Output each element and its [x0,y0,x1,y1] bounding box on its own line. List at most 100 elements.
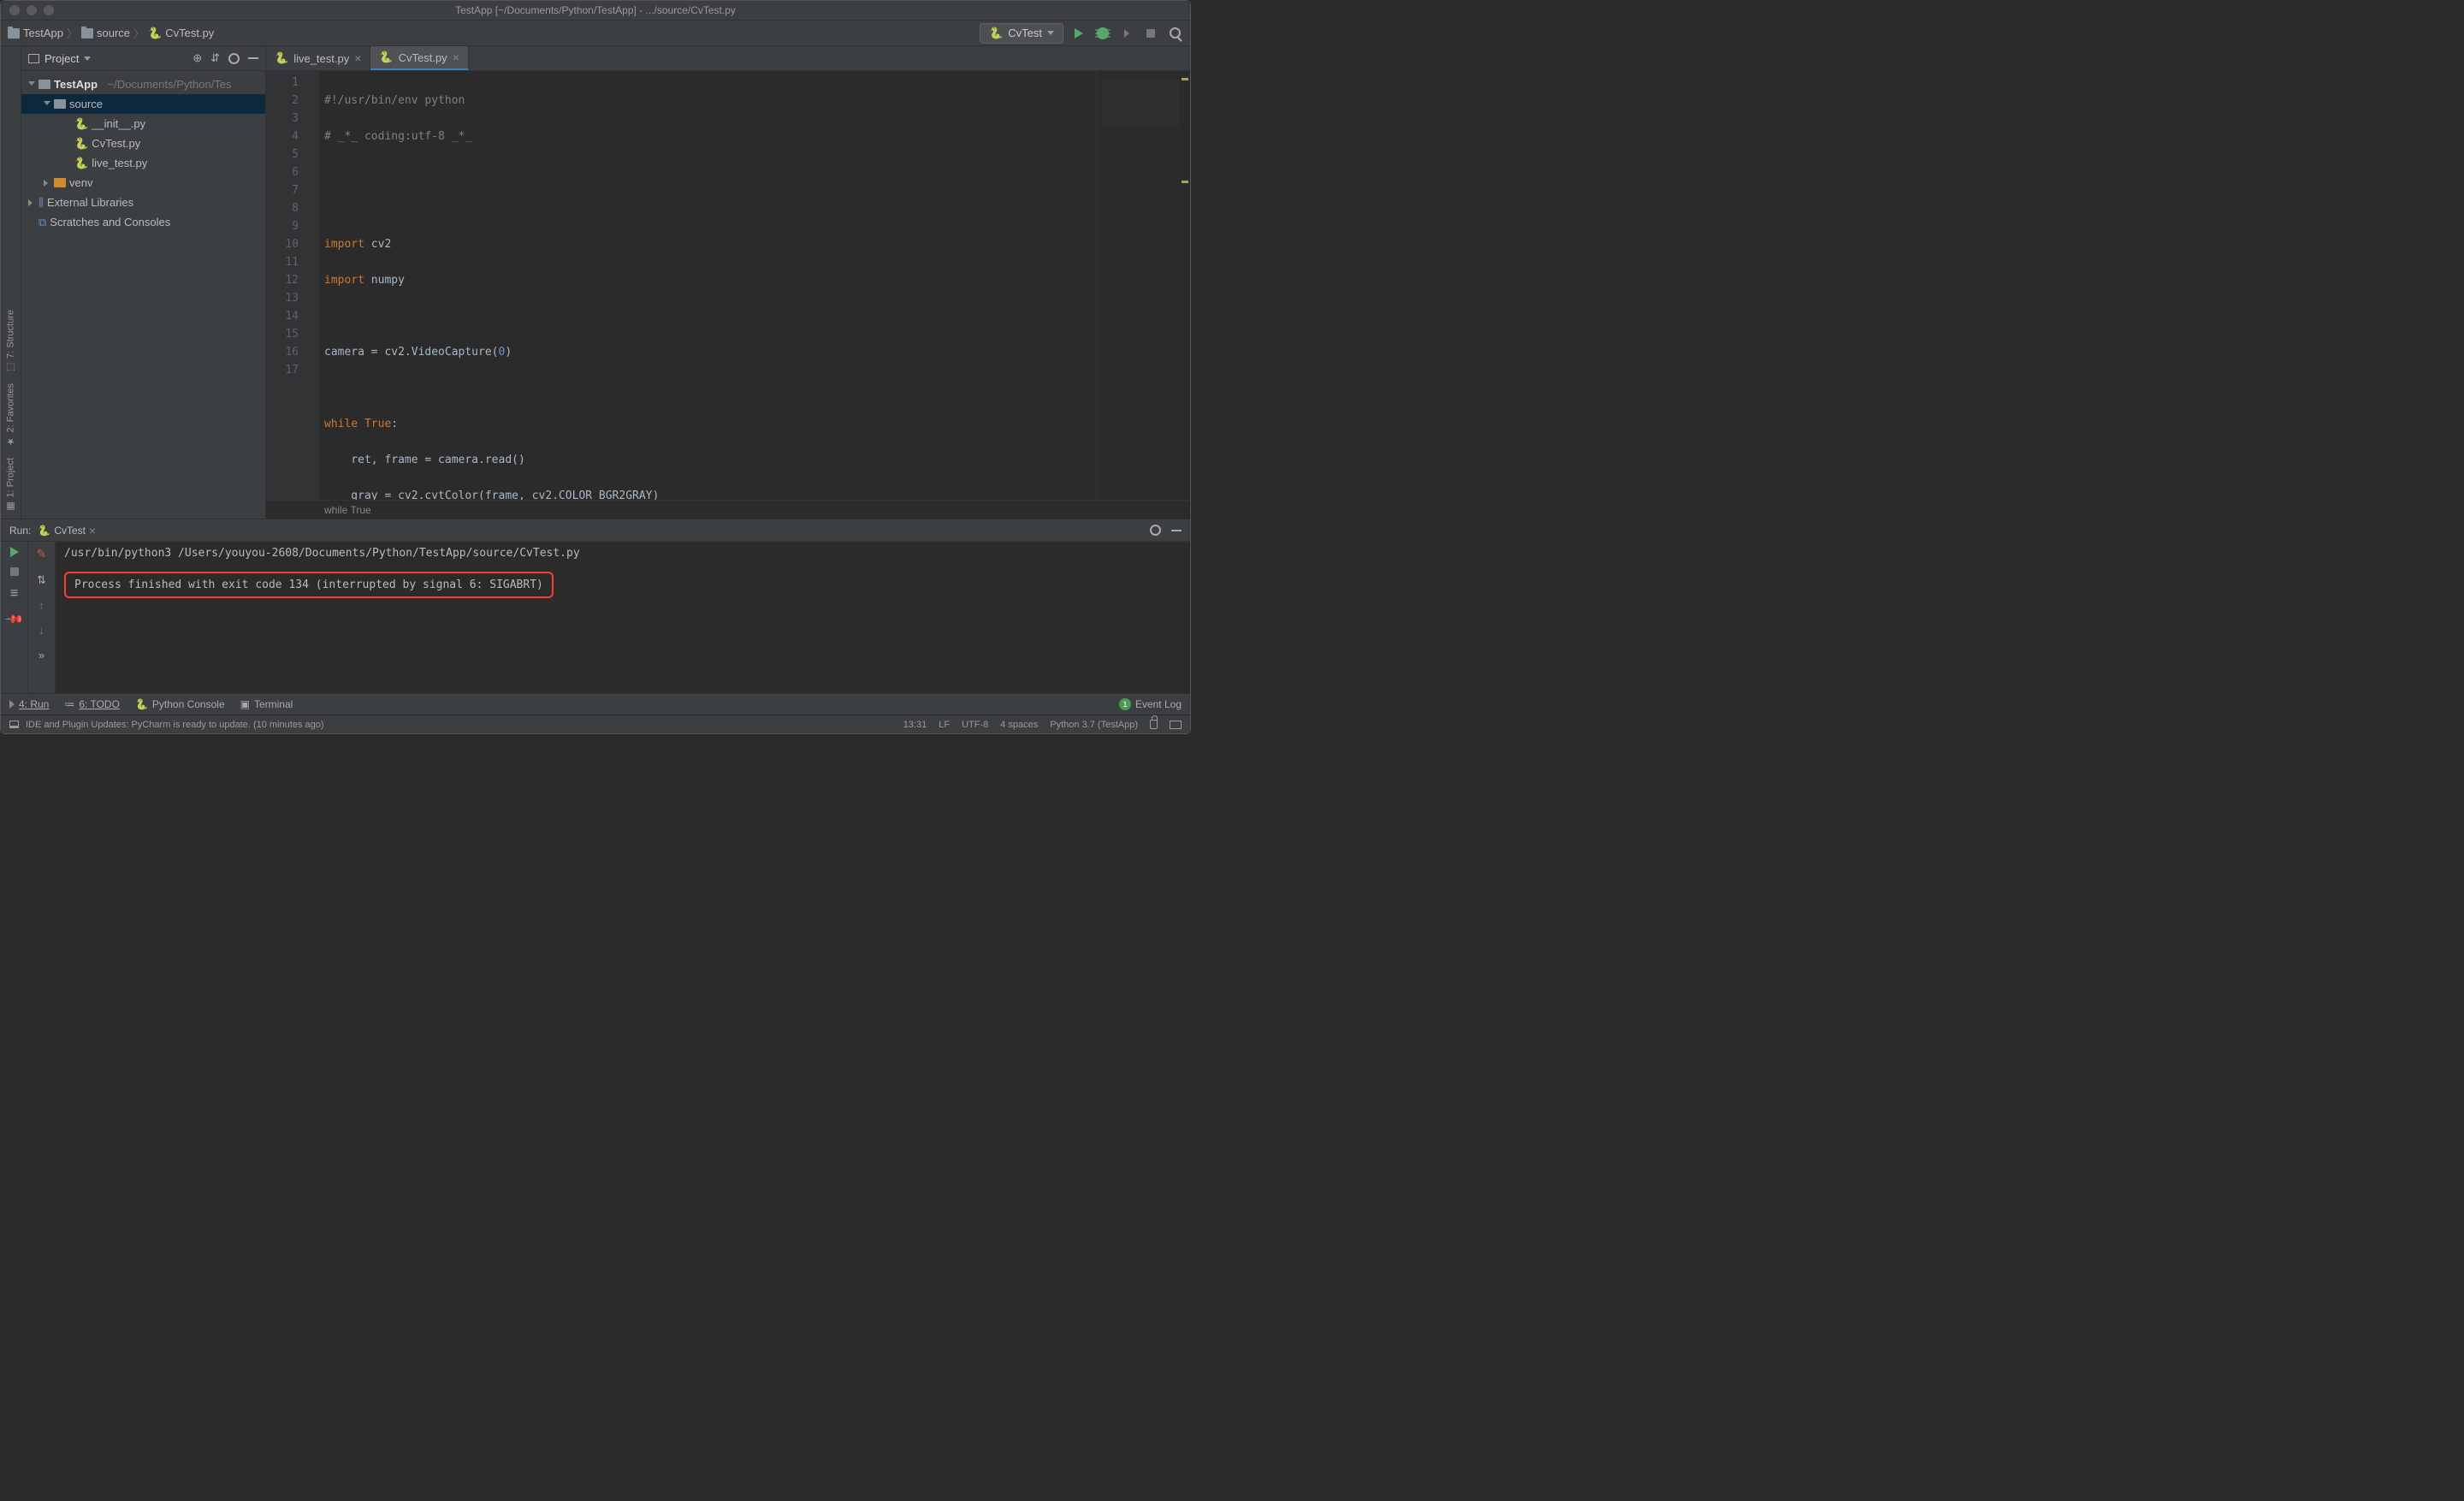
terminal-button[interactable]: ▣ Terminal [240,698,293,710]
pin-button[interactable]: 📌 [3,608,24,629]
tree-file-livetest[interactable]: 🐍live_test.py [21,153,265,173]
locate-icon[interactable]: ⊕ [192,51,202,65]
status-interpreter[interactable]: Python 3.7 (TestApp) [1050,720,1138,730]
run-config-label: CvTest [1008,27,1042,39]
hide-icon[interactable] [248,57,258,59]
minimize-window[interactable] [27,5,37,15]
todo-tool-button[interactable]: ≔6: TODO [64,698,120,710]
folder-icon [54,178,66,187]
tree-external-libs[interactable]: ⫼External Libraries [21,193,265,212]
run-console-output[interactable]: /usr/bin/python3 /Users/youyou-2608/Docu… [56,542,1190,693]
code-text: gray = cv2.cvtColor(frame, cv2.COLOR_BGR… [324,489,659,500]
run-toolbar-left2: ✎ ⇅ ↑ ↓ » [28,542,56,693]
python-console-button[interactable]: 🐍Python Console [135,698,225,710]
down-arrow-icon[interactable]: ↓ [38,624,44,637]
close-icon[interactable]: × [453,50,459,64]
expand-arrow-icon[interactable] [28,199,35,206]
project-view-selector[interactable]: Project [28,52,91,65]
breadcrumb-source[interactable]: source [81,27,130,39]
python-icon: 🐍 [74,137,88,151]
code-text: numpy [364,274,405,287]
expand-icon[interactable]: ⇵ [210,51,220,65]
breadcrumb-root[interactable]: TestApp [8,27,63,39]
status-line-sep[interactable]: LF [939,720,950,730]
stop-button[interactable] [10,567,19,576]
breadcrumb-label: TestApp [23,27,63,39]
editor-body[interactable]: 1234567891011121314151617 #!/usr/bin/env… [266,71,1190,500]
editor-minimap[interactable] [1096,71,1190,500]
tool-label: 4: Run [19,698,49,710]
run-tool-button[interactable]: 4: Run [9,698,49,710]
inspect-icon[interactable] [1170,721,1182,729]
run-config-selector[interactable]: 🐍 CvTest [980,23,1063,44]
favorites-tool[interactable]: ★ 2: Favorites [5,383,16,447]
minimap-warning-mark [1182,78,1188,80]
debug-button[interactable] [1094,25,1111,42]
status-indent[interactable]: 4 spaces [1000,720,1038,730]
folder-icon [8,28,20,39]
gear-icon[interactable] [228,53,240,64]
code-editor[interactable]: #!/usr/bin/env python # _*_ coding:utf-8… [319,71,1096,500]
more-icon[interactable]: » [38,649,44,662]
tree-scratches[interactable]: ⧉Scratches and Consoles [21,212,265,232]
code-text: camera = cv2.VideoCapture( [324,346,499,359]
tab-cvtest[interactable]: 🐍CvTest.py× [370,46,468,70]
breadcrumb-label: source [97,27,130,39]
tab-label: CvTest.py [399,51,447,64]
tree-label: live_test.py [92,157,147,169]
stop-button[interactable] [1142,25,1159,42]
play-icon [9,700,15,709]
tool-label: 1: Project [6,458,16,497]
structure-tool[interactable]: ⬚ 7: Structure [5,310,16,373]
edit-icon[interactable]: ✎ [37,547,47,561]
up-arrow-icon[interactable]: ↑ [38,599,44,612]
close-icon[interactable]: × [89,524,96,537]
editor-area: 🐍live_test.py× 🐍CvTest.py× 1234567891011… [266,46,1190,519]
maximize-window[interactable] [44,5,54,15]
tool-label: Terminal [254,698,293,710]
tree-source-folder[interactable]: source [21,94,265,114]
tool-windows-icon[interactable] [9,721,19,728]
lock-icon[interactable] [1150,720,1158,729]
run-tab[interactable]: 🐍CvTest× [38,524,96,537]
search-everywhere[interactable] [1166,25,1183,42]
hide-icon[interactable] [1171,530,1182,531]
event-log-button[interactable]: 1Event Log [1119,698,1182,710]
status-position[interactable]: 13:31 [903,720,927,730]
status-encoding[interactable]: UTF-8 [962,720,988,730]
code-text: import [324,238,364,251]
editor-breadcrumb[interactable]: while True [266,500,1190,519]
run-button[interactable] [1070,25,1087,42]
tree-label: __init__.py [92,117,145,130]
sort-icon[interactable]: ⇅ [37,573,46,587]
code-text: ) [505,346,512,359]
breadcrumb-file[interactable]: 🐍CvTest.py [148,27,214,40]
code-text: while [324,418,364,430]
folder-icon [38,80,50,89]
tree-venv[interactable]: venv [21,173,265,193]
fold-gutter[interactable] [309,71,319,500]
tree-file-cvtest[interactable]: 🐍CvTest.py [21,133,265,153]
close-icon[interactable]: × [354,51,361,65]
left-tool-strip: ⬚ 7: Structure ★ 2: Favorites ▦ 1: Proje… [1,46,21,519]
expand-arrow-icon[interactable] [44,101,50,108]
window-controls [1,5,54,15]
terminal-icon: ▣ [240,698,250,710]
status-right: 13:31 LF UTF-8 4 spaces Python 3.7 (Test… [903,720,1182,730]
close-window[interactable] [9,5,20,15]
status-message[interactable]: IDE and Plugin Updates: PyCharm is ready… [26,720,324,730]
gear-icon[interactable] [1150,525,1161,536]
expand-arrow-icon[interactable] [44,180,50,187]
tree-root[interactable]: TestApp ~/Documents/Python/Tes [21,74,265,94]
project-tree[interactable]: TestApp ~/Documents/Python/Tes source 🐍_… [21,71,265,519]
expand-arrow-icon[interactable] [28,81,35,88]
tree-label: TestApp [54,78,98,91]
project-panel-header: Project ⊕ ⇵ [21,46,265,71]
tab-live-test[interactable]: 🐍live_test.py× [266,46,370,70]
run-with-coverage[interactable] [1118,25,1135,42]
rerun-button[interactable] [10,547,19,557]
layout-button[interactable]: ≡ [10,586,18,602]
tree-file-init[interactable]: 🐍__init__.py [21,114,265,133]
project-tool[interactable]: ▦ 1: Project [5,458,16,512]
code-text: # _*_ coding:utf-8 _*_ [324,130,471,143]
